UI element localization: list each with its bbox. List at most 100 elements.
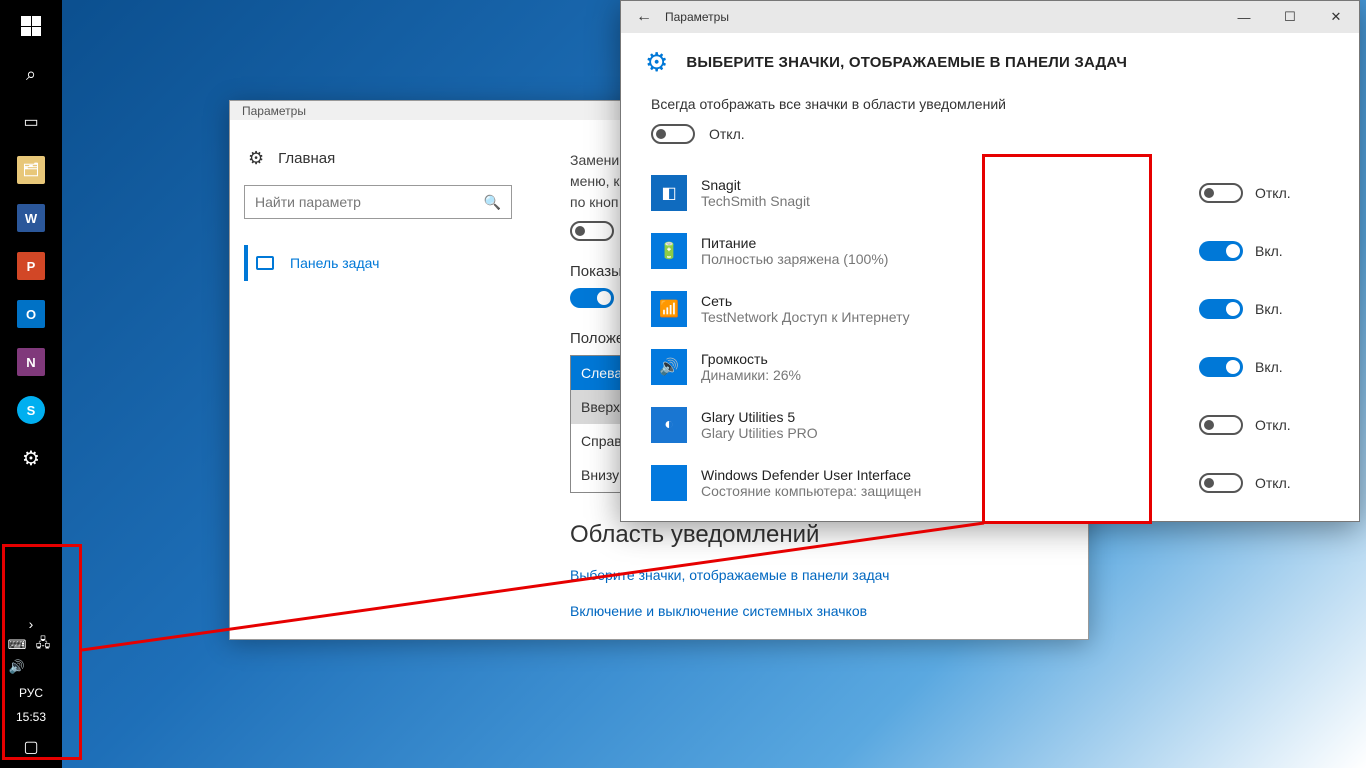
tray-item-text: ГромкостьДинамики: 26% xyxy=(701,351,1185,383)
tray-item-row: 🔋 ПитаниеПолностью заряжена (100%) Вкл. xyxy=(651,222,1329,280)
toggle-show[interactable] xyxy=(570,288,614,308)
tray-item-row: 📶 СетьTestNetwork Доступ к Интернету Вкл. xyxy=(651,280,1329,338)
tray-item-subtitle: TestNetwork Доступ к Интернету xyxy=(701,309,1185,325)
taskbar-top: ⌕ ▭ 🗂 W P O N S ⚙ xyxy=(3,0,59,482)
tray-item-subtitle: TechSmith Snagit xyxy=(701,193,1185,209)
search-icon: ⌕ xyxy=(26,64,36,85)
snagit-icon: ◧ xyxy=(651,175,687,211)
link-system-icons[interactable]: Включение и выключение системных значков xyxy=(570,603,1068,619)
tray-item-text: ПитаниеПолностью заряжена (100%) xyxy=(701,235,1185,267)
close-button[interactable]: ✕ xyxy=(1313,1,1359,33)
taskbar-app-outlook[interactable]: O xyxy=(3,290,59,338)
tray-item-toggle-state: Вкл. xyxy=(1255,301,1283,317)
tray-item-text: Glary Utilities 5Glary Utilities PRO xyxy=(701,409,1185,441)
tray-item-toggle[interactable] xyxy=(1199,299,1243,319)
search-placeholder: Найти параметр xyxy=(255,194,361,210)
tray-item-toggle-col: Вкл. xyxy=(1199,299,1329,319)
link-select-icons[interactable]: Выберите значки, отображаемые в панели з… xyxy=(570,567,1068,583)
taskbar-app-powerpoint[interactable]: P xyxy=(3,242,59,290)
search-input[interactable]: Найти параметр 🔍 xyxy=(244,185,512,219)
nav-taskbar[interactable]: Панель задач xyxy=(244,245,512,281)
start-button[interactable] xyxy=(3,2,59,50)
tray-item-toggle-col: Вкл. xyxy=(1199,357,1329,377)
tray-item-subtitle: Динамики: 26% xyxy=(701,367,1185,383)
search-button[interactable]: ⌕ xyxy=(3,50,59,98)
defender-icon xyxy=(651,465,687,501)
tray-item-toggle[interactable] xyxy=(1199,241,1243,261)
taskbar-app-skype[interactable]: S xyxy=(3,386,59,434)
fg-content: Всегда отображать все значки в области у… xyxy=(621,96,1359,521)
skype-icon: S xyxy=(17,396,45,424)
tray-keyboard-icon[interactable]: ⌨ xyxy=(8,636,26,654)
tray-item-row: 🔊 ГромкостьДинамики: 26% Вкл. xyxy=(651,338,1329,396)
tray-item-title: Питание xyxy=(701,235,1185,251)
tray-item-row: ◧SnagitTechSmith SnagitОткл. xyxy=(651,164,1329,222)
tray-item-toggle-state: Откл. xyxy=(1255,417,1291,433)
tray-item-title: Glary Utilities 5 xyxy=(701,409,1185,425)
gear-icon: ⚙ xyxy=(645,47,668,78)
search-icon: 🔍 xyxy=(484,194,501,211)
tray-volume-icon[interactable]: 🔊 xyxy=(8,658,26,676)
tray-item-toggle-state: Вкл. xyxy=(1255,359,1283,375)
tray-item-toggle-col: Откл. xyxy=(1199,415,1329,435)
tray-item-subtitle: Состояние компьютера: защищен xyxy=(701,483,1185,499)
tray-overflow-button[interactable]: › xyxy=(3,612,59,636)
taskbar-app-settings[interactable]: ⚙ xyxy=(3,434,59,482)
tray-item-toggle[interactable] xyxy=(1199,183,1243,203)
taskbar-app-explorer[interactable]: 🗂 xyxy=(3,146,59,194)
action-center-button[interactable]: ▢ xyxy=(3,732,59,762)
explorer-icon: 🗂 xyxy=(17,156,45,184)
tray-network-icon[interactable]: 🖧 xyxy=(34,636,52,654)
system-tray: › ⌨ 🖧 🔊 РУС 15:53 ▢ xyxy=(0,612,62,768)
minimize-button[interactable]: — xyxy=(1221,1,1267,33)
tray-item-toggle[interactable] xyxy=(1199,473,1243,493)
tray-item-toggle-state: Вкл. xyxy=(1255,243,1283,259)
always-show-state: Откл. xyxy=(709,126,745,142)
always-show-toggle-row: Откл. xyxy=(651,124,1329,144)
language-indicator[interactable]: РУС xyxy=(19,686,43,700)
taskbar-app-word[interactable]: W xyxy=(3,194,59,242)
tray-item-row: Windows Defender User InterfaceСостояние… xyxy=(651,454,1329,512)
task-view-icon: ▭ xyxy=(23,112,38,132)
tray-item-toggle-state: Откл. xyxy=(1255,185,1291,201)
tray-item-text: СетьTestNetwork Доступ к Интернету xyxy=(701,293,1185,325)
clock[interactable]: 15:53 xyxy=(16,710,46,724)
tray-item-toggle-state: Откл. xyxy=(1255,475,1291,491)
toggle-menu-replace[interactable] xyxy=(570,221,614,241)
back-button[interactable]: ← xyxy=(629,1,659,33)
fg-heading: ВЫБЕРИТЕ ЗНАЧКИ, ОТОБРАЖАЕМЫЕ В ПАНЕЛИ З… xyxy=(686,54,1127,71)
tray-item-toggle[interactable] xyxy=(1199,415,1243,435)
outlook-icon: O xyxy=(17,300,45,328)
tray-item-toggle-col: Вкл. xyxy=(1199,241,1329,261)
word-icon: W xyxy=(17,204,45,232)
taskbar: ⌕ ▭ 🗂 W P O N S ⚙ › ⌨ 🖧 🔊 xyxy=(0,0,62,768)
nav-taskbar-label: Панель задач xyxy=(290,255,379,271)
always-show-toggle[interactable] xyxy=(651,124,695,144)
taskbar-app-onenote[interactable]: N xyxy=(3,338,59,386)
fg-header: ⚙ ВЫБЕРИТЕ ЗНАЧКИ, ОТОБРАЖАЕМЫЕ В ПАНЕЛИ… xyxy=(621,33,1359,96)
bg-window-title: Параметры xyxy=(242,104,306,118)
tray-icons-list: ◧SnagitTechSmith SnagitОткл.🔋ПитаниеПолн… xyxy=(651,164,1329,512)
nav-home[interactable]: ⚙ Главная xyxy=(244,144,512,185)
volume-icon: 🔊 xyxy=(651,349,687,385)
tray-item-subtitle: Полностью заряжена (100%) xyxy=(701,251,1185,267)
powerpoint-icon: P xyxy=(17,252,45,280)
power-icon: 🔋 xyxy=(651,233,687,269)
onenote-icon: N xyxy=(17,348,45,376)
fg-window-title: Параметры xyxy=(665,10,1221,24)
gear-icon: ⚙ xyxy=(22,446,40,471)
tray-item-toggle-col: Откл. xyxy=(1199,183,1329,203)
tray-item-text: Windows Defender User InterfaceСостояние… xyxy=(701,467,1185,499)
glary-icon: ◐ xyxy=(651,407,687,443)
maximize-button[interactable]: ☐ xyxy=(1267,1,1313,33)
notification-area-heading: Область уведомлений xyxy=(570,521,1068,549)
wifi-icon: 📶 xyxy=(651,291,687,327)
task-view-button[interactable]: ▭ xyxy=(3,98,59,146)
gear-icon: ⚙ xyxy=(248,148,264,169)
settings-window-select-icons: ← Параметры — ☐ ✕ ⚙ ВЫБЕРИТЕ ЗНАЧКИ, ОТО… xyxy=(620,0,1360,522)
tray-item-subtitle: Glary Utilities PRO xyxy=(701,425,1185,441)
tray-item-toggle[interactable] xyxy=(1199,357,1243,377)
fg-titlebar[interactable]: ← Параметры — ☐ ✕ xyxy=(621,1,1359,33)
nav-home-label: Главная xyxy=(278,150,335,167)
tray-blank-icon xyxy=(34,658,52,676)
